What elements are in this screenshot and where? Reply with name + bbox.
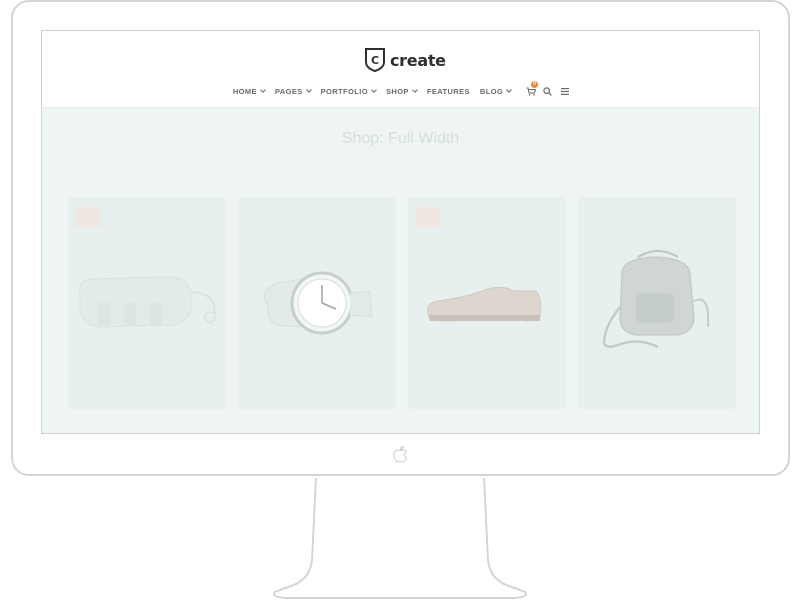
nav-blog-label: BLOG bbox=[479, 87, 504, 96]
logo-letter: C bbox=[371, 54, 379, 67]
watch-product-image bbox=[264, 271, 373, 335]
product-card[interactable] bbox=[578, 197, 736, 409]
menu-icon bbox=[560, 88, 569, 95]
site-logo[interactable]: C create bbox=[364, 45, 446, 75]
nav-home-label: HOME bbox=[232, 87, 257, 96]
chevron-down-icon bbox=[305, 87, 312, 93]
chevron-down-icon bbox=[506, 87, 513, 93]
chevron-down-icon bbox=[412, 87, 418, 93]
cart-count-badge: 0 bbox=[531, 81, 539, 88]
nav-features[interactable]: FEATURES bbox=[427, 87, 470, 96]
search-icon bbox=[543, 87, 552, 96]
main-nav: HOME PAGES PORTFOLIO SHOP FEATURES BLOG bbox=[42, 81, 759, 97]
site-header: C create HOME PAGES PORTFOLIO SHOP FEATU… bbox=[42, 31, 759, 108]
cart-button[interactable]: 0 bbox=[525, 81, 539, 97]
page-title: Shop: Full Width bbox=[341, 130, 460, 147]
nav-blog[interactable]: BLOG bbox=[479, 87, 513, 96]
nav-features-label: FEATURES bbox=[426, 87, 470, 96]
menu-button[interactable] bbox=[559, 86, 570, 97]
sale-badge bbox=[416, 207, 440, 227]
chevron-down-icon bbox=[260, 87, 266, 93]
sale-badge bbox=[76, 207, 100, 227]
nav-portfolio-label: PORTFOLIO bbox=[320, 87, 368, 96]
bag-product-image bbox=[79, 276, 216, 328]
shield-logo-icon: C bbox=[365, 48, 385, 73]
search-button[interactable] bbox=[542, 86, 553, 97]
product-card[interactable] bbox=[408, 197, 566, 409]
logo-text: create bbox=[390, 50, 446, 70]
nav-home[interactable]: HOME bbox=[232, 87, 266, 96]
product-card[interactable] bbox=[68, 197, 226, 409]
apple-logo-icon bbox=[393, 445, 408, 463]
shoe-product-image bbox=[427, 286, 541, 322]
nav-pages-label: PAGES bbox=[274, 87, 303, 96]
backpack-product-image bbox=[602, 250, 710, 349]
product-card[interactable] bbox=[238, 197, 396, 409]
nav-shop-label: SHOP bbox=[385, 87, 409, 96]
monitor-screen: C create HOME PAGES PORTFOLIO SHOP FEATU… bbox=[41, 30, 760, 434]
nav-pages[interactable]: PAGES bbox=[274, 87, 312, 96]
nav-portfolio[interactable]: PORTFOLIO bbox=[320, 87, 377, 96]
nav-icons: 0 bbox=[522, 81, 573, 97]
nav-shop[interactable]: SHOP bbox=[385, 87, 418, 96]
shop-area: Shop: Full Width bbox=[42, 108, 759, 433]
chevron-down-icon bbox=[371, 87, 377, 93]
cart-icon bbox=[526, 87, 536, 96]
